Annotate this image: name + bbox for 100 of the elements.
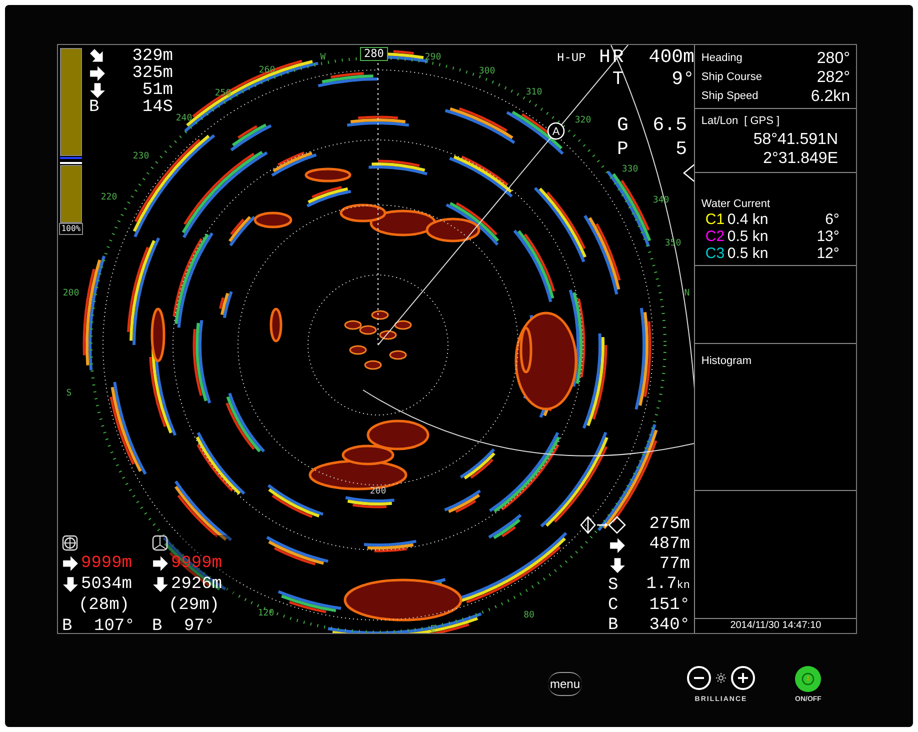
down-arrow-icon: [89, 82, 106, 99]
gain-label: 100%: [59, 223, 83, 235]
readout-letter: B: [152, 616, 164, 633]
mode-letter: H: [599, 46, 610, 70]
split-square-icon: [152, 535, 168, 551]
bearing-label: 80: [524, 610, 534, 620]
current-layer-label: C2: [705, 228, 726, 245]
range-ring-label: 200: [370, 486, 386, 496]
readout-value: 9999m: [171, 553, 222, 574]
bearing-label: 230: [132, 151, 150, 162]
position-title: Lat/Lon: [701, 114, 738, 129]
readout-value: 5: [676, 137, 687, 161]
power-button[interactable]: [795, 666, 822, 692]
current-speed: 0.5 kn: [727, 245, 770, 262]
readout-value: 107°: [94, 616, 135, 633]
ship-data-value: 6.2kn: [810, 86, 850, 106]
plus-button[interactable]: [731, 666, 755, 690]
menu-button[interactable]: menu: [548, 672, 582, 696]
readout-value: 400m: [648, 46, 694, 68]
down-arrow-icon: [62, 576, 79, 593]
readout-value: 2926m: [171, 574, 222, 595]
bearing-label: 250: [214, 88, 232, 98]
bearing-label: N: [684, 288, 690, 298]
bearing-label: 220: [100, 192, 118, 202]
bearing-label: S: [66, 388, 72, 398]
readout-letter: B: [62, 616, 74, 633]
bearing-label: 300: [478, 66, 496, 76]
current-direction: 12°: [816, 245, 840, 262]
ship-data-value: 282°: [816, 68, 850, 88]
histogram-title: Histogram: [701, 355, 752, 367]
bearing-label: 330: [622, 164, 638, 174]
readout-value: 97°: [184, 616, 215, 633]
bearing-label: 120: [258, 608, 274, 618]
readout-letter: T: [612, 68, 624, 90]
readout-value: 275m: [649, 515, 690, 535]
bearing-label: 240: [176, 113, 192, 124]
right-arrow-icon: [89, 65, 106, 82]
right-arrow-icon: [609, 536, 626, 554]
center-echo-cluster: [344, 310, 412, 370]
down-arrow-icon: [152, 576, 169, 593]
diamond-transfer-icon: [580, 516, 626, 534]
current-speed: 0.4 kn: [727, 211, 770, 228]
readout-letter: B: [89, 99, 100, 116]
bearing-label: 320: [574, 115, 592, 126]
position-source: [ GPS ]: [744, 114, 780, 129]
readout-value: 340°: [649, 616, 690, 633]
current-layer-label: C1: [705, 211, 726, 228]
bearing-label: 290: [424, 52, 442, 62]
bearing-label: W: [320, 52, 326, 62]
echo-blob: [304, 168, 352, 182]
readout-unit: kn: [676, 579, 690, 594]
minus-button[interactable]: [687, 666, 711, 690]
readout-letter: P: [617, 137, 628, 161]
target-marker: A: [547, 122, 565, 140]
readout-letter: G: [617, 113, 628, 137]
water-current-title: Water Current: [701, 197, 772, 211]
echo-blob: [150, 308, 166, 362]
echo-blob: [340, 204, 386, 222]
echo-blob: [426, 218, 480, 242]
current-direction: 6°: [824, 211, 840, 228]
readout-value: (29m): [168, 595, 220, 616]
longitude: 2°31.849E: [763, 148, 839, 168]
bearing-label: 310: [526, 87, 542, 98]
ship-data-value: 280°: [816, 48, 850, 68]
ship-data-label: Ship Course: [701, 70, 762, 86]
mode-indicator: H-UP: [557, 51, 586, 65]
readout-value: 6.5: [652, 113, 687, 137]
readout-value: 151°: [649, 596, 690, 616]
heading-marker: 280: [360, 47, 388, 61]
power-icon: [801, 672, 816, 686]
readout-value: 9°: [672, 68, 694, 90]
crosshair-icon: [62, 535, 78, 551]
ship-data-label: Heading: [701, 51, 742, 66]
gain-bar: [60, 165, 82, 223]
echo-blob: [270, 308, 282, 342]
readout-value: 329m: [132, 48, 173, 65]
side-marker-icon: [682, 162, 694, 184]
brightness-icon: [715, 672, 727, 684]
readout-letter: B: [608, 616, 620, 633]
right-arrow-icon: [62, 555, 79, 572]
readout-value: (28m): [78, 595, 130, 616]
readout-value: 77m: [659, 555, 690, 575]
plus-icon: [737, 672, 749, 684]
readout-letter: S: [608, 576, 620, 596]
readout-letter: C: [608, 596, 620, 616]
readout-value: 5034m: [81, 574, 132, 595]
down-arrow-icon: [609, 556, 626, 574]
current-direction: 13°: [816, 228, 840, 245]
date-time: 2014/11/30 14:47:10: [730, 620, 822, 632]
current-speed: 0.5 kn: [727, 228, 770, 245]
diagonal-arrow-icon: [89, 48, 106, 65]
readout-value: 14S: [142, 99, 173, 116]
readout-value: 51m: [142, 82, 173, 99]
readout-value: 1.7: [646, 575, 677, 595]
readout-value: 325m: [132, 65, 173, 82]
readout-value: 9999m: [81, 553, 132, 574]
ship-data-label: Ship Speed: [701, 89, 758, 104]
current-layer-label: C3: [705, 245, 726, 262]
right-arrow-icon: [152, 555, 169, 572]
echo-blob: [254, 212, 292, 228]
